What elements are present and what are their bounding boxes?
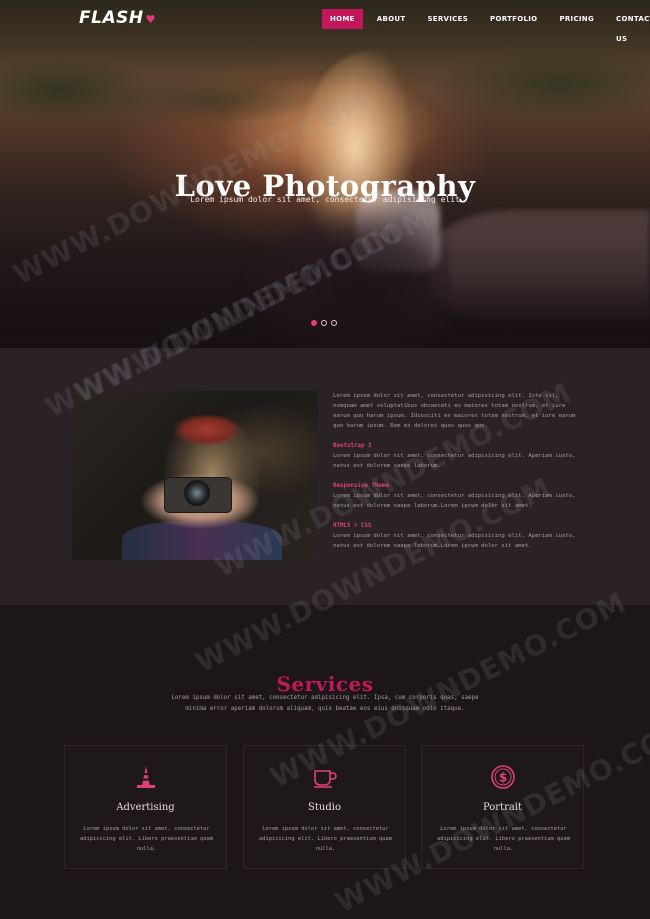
heart-icon: ♥ (145, 13, 156, 26)
slider-dots (311, 320, 341, 326)
hero-slider: FLASH ♥ HOME ABOUT SERVICES PORTFOLIO PRI… (0, 0, 650, 348)
dollar-coin-icon: $ (422, 764, 583, 790)
hero-subtitle: Lorem ipsum dolor sit amet, consectetur … (190, 195, 460, 204)
about-photo (72, 391, 318, 560)
about-intro: Lorem ipsum dolor sit amet, consectetur … (333, 393, 576, 429)
photo-bandana (172, 413, 242, 447)
site-logo[interactable]: FLASH ♥ (79, 8, 156, 28)
services-title: Services (276, 671, 374, 696)
traffic-cone-icon (65, 764, 226, 790)
photo-camera-lens (184, 480, 210, 506)
service-card-title: Advertising (116, 802, 175, 813)
main-nav: HOME ABOUT SERVICES PORTFOLIO PRICING CO… (322, 9, 650, 43)
feature-block: Responsive Theme Lorem ipsum dolor sit a… (333, 481, 578, 511)
logo-text: FLASH (79, 8, 144, 28)
service-card-title: Studio (308, 802, 341, 813)
service-card-text: Lorem ipsum dolor sit amet, consectetur … (258, 826, 393, 852)
nav-portfolio[interactable]: PORTFOLIO (482, 9, 545, 29)
coffee-cup-icon (244, 764, 405, 790)
feature-text: Lorem ipsum dolor sit amet, consectetur … (333, 533, 576, 549)
slider-dot-3[interactable] (331, 320, 337, 326)
about-text: Lorem ipsum dolor sit amet, consectetur … (333, 391, 578, 561)
feature-title: Responsive Theme (333, 483, 389, 489)
feature-title: Bootstrap 3 (333, 443, 372, 449)
feature-title: HTML5 + CSS (333, 523, 372, 529)
feature-block: HTML5 + CSS Lorem ipsum dolor sit amet, … (333, 521, 578, 551)
service-card-text: Lorem ipsum dolor sit amet, consectetur … (436, 826, 571, 852)
services-section: Services Lorem ipsum dolor sit amet, con… (0, 605, 650, 907)
about-section: Lorem ipsum dolor sit amet, consectetur … (0, 348, 650, 605)
nav-contact-us[interactable]: CONTACT US (608, 9, 650, 43)
service-card-portrait[interactable]: $ Portrait Lorem ipsum dolor sit amet, c… (421, 745, 584, 869)
feature-text: Lorem ipsum dolor sit amet, consectetur … (333, 453, 576, 469)
svg-text:$: $ (498, 771, 506, 785)
nav-pricing[interactable]: PRICING (551, 9, 602, 29)
slider-dot-2[interactable] (321, 320, 327, 326)
feature-block: Bootstrap 3 Lorem ipsum dolor sit amet, … (333, 441, 578, 471)
service-card-text: Lorem ipsum dolor sit amet, consectetur … (79, 826, 214, 852)
services-intro: Lorem ipsum dolor sit amet, consectetur … (171, 695, 479, 712)
slider-dot-1[interactable] (311, 320, 317, 326)
top-navbar: FLASH ♥ HOME ABOUT SERVICES PORTFOLIO PRI… (0, 0, 650, 43)
feature-text: Lorem ipsum dolor sit amet, consectetur … (333, 493, 576, 509)
service-card-studio[interactable]: Studio Lorem ipsum dolor sit amet, conse… (243, 745, 406, 869)
service-card-advertising[interactable]: Advertising Lorem ipsum dolor sit amet, … (64, 745, 227, 869)
service-card-title: Portrait (482, 802, 523, 813)
nav-about[interactable]: ABOUT (369, 9, 414, 29)
nav-home[interactable]: HOME (322, 9, 363, 29)
nav-services[interactable]: SERVICES (419, 9, 476, 29)
